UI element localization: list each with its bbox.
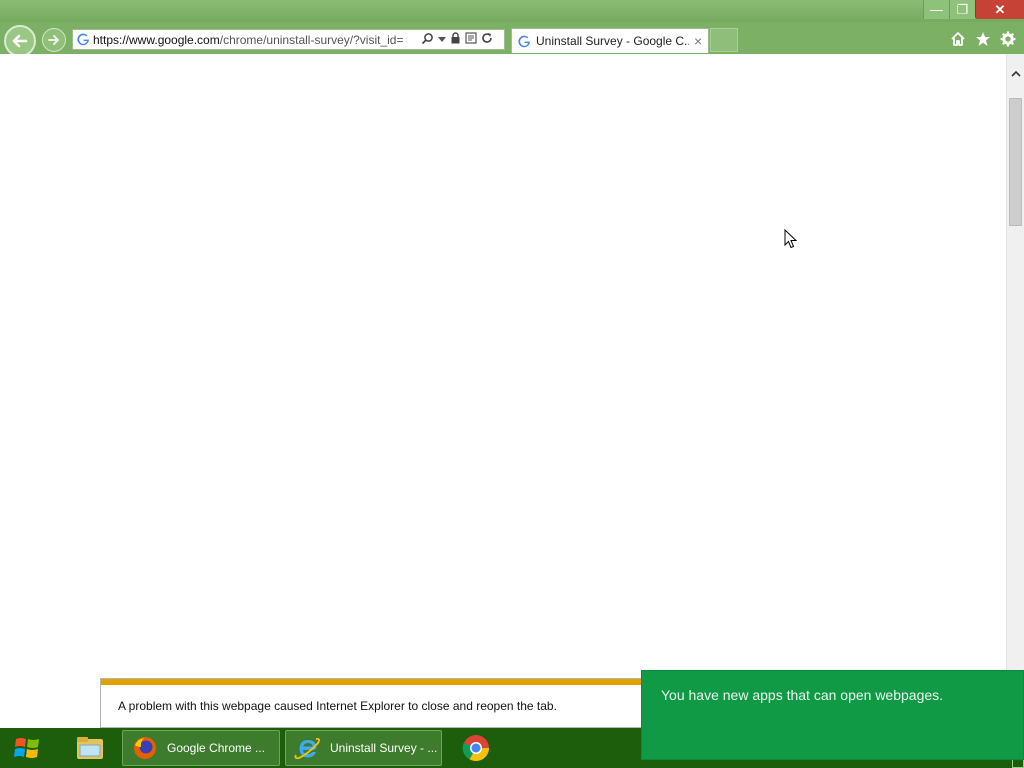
firefox-icon [131, 734, 159, 762]
toast-message: You have new apps that can open webpages… [661, 687, 944, 703]
favorites-star-icon[interactable] [974, 30, 991, 47]
minimize-button[interactable]: — [923, 0, 949, 19]
gear-icon[interactable] [999, 30, 1016, 47]
taskbar-item-label: Uninstall Survey - ... [330, 741, 438, 755]
address-bar[interactable]: https://www.google.com/chrome/uninstall-… [72, 29, 505, 50]
toast-notification[interactable]: You have new apps that can open webpages… [641, 670, 1024, 760]
chrome-icon [462, 735, 490, 762]
tab-title: Uninstall Survey - Google C... [536, 34, 689, 48]
title-bar [0, 0, 1024, 22]
forward-button[interactable] [42, 28, 66, 52]
taskbar-chrome[interactable] [458, 730, 494, 766]
home-icon[interactable] [949, 30, 966, 47]
window-controls: — ❐ ✕ [923, 0, 1024, 20]
search-icon[interactable] [421, 32, 434, 48]
refresh-icon[interactable] [481, 32, 493, 47]
scroll-up-icon[interactable] [1010, 68, 1022, 80]
notification-bar: A problem with this webpage caused Inter… [100, 678, 645, 728]
arrow-right-icon [48, 35, 59, 45]
scrollbar-thumb[interactable] [1009, 98, 1022, 226]
google-tab-favicon-icon [518, 35, 531, 48]
notification-stripe [101, 679, 644, 685]
notification-message: A problem with this webpage caused Inter… [118, 699, 557, 713]
internet-explorer-icon [294, 734, 322, 762]
browser-frame: — ❐ ✕ https://www.google.com/chrome/unin… [0, 0, 1024, 57]
lock-icon[interactable] [450, 32, 461, 47]
mouse-cursor-icon [784, 229, 798, 249]
tab-uninstall-survey[interactable]: Uninstall Survey - Google C... × [511, 28, 709, 53]
address-url[interactable]: https://www.google.com/chrome/uninstall-… [93, 33, 415, 47]
google-favicon-icon [73, 33, 93, 46]
toolbar-right [949, 30, 1016, 47]
dropdown-arrow-icon[interactable] [438, 34, 446, 46]
start-button[interactable] [0, 728, 54, 768]
url-path: /chrome/uninstall-survey/?visit_id= [219, 32, 404, 47]
vertical-scrollbar[interactable] [1006, 54, 1024, 730]
back-button[interactable] [4, 25, 36, 57]
address-tools [421, 32, 493, 48]
folder-icon [77, 737, 103, 759]
compatibility-view-icon[interactable] [465, 32, 477, 47]
page-content [0, 54, 1006, 730]
taskbar-item-label: Google Chrome ... [167, 741, 266, 755]
taskbar-file-explorer[interactable] [72, 730, 108, 766]
taskbar-internet-explorer[interactable]: Uninstall Survey - ... [285, 730, 442, 766]
taskbar-firefox[interactable]: Google Chrome ... [122, 730, 280, 766]
windows-logo-icon [14, 738, 39, 758]
new-tab-button[interactable] [710, 28, 738, 52]
tab-close-icon[interactable]: × [694, 33, 702, 49]
arrow-left-icon [12, 34, 28, 48]
restore-button[interactable]: ❐ [949, 0, 975, 19]
url-host: https://www.google.com [93, 32, 220, 47]
close-button[interactable]: ✕ [975, 0, 1024, 19]
